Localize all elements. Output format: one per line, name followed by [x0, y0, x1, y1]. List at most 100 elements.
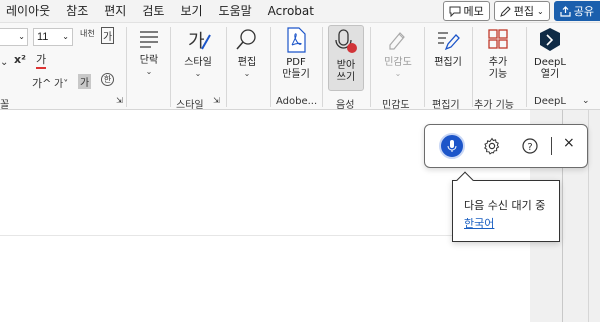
deepl-label-2: 열기 — [540, 69, 560, 80]
chevron-down-icon: ⌄ — [62, 32, 69, 41]
addins-label-2: 기능 — [488, 69, 508, 80]
deepl-label-1: DeepL — [534, 57, 566, 68]
shrink-font-icon[interactable]: 가˅ — [54, 75, 68, 90]
deepl-open-button[interactable]: DeepL 열기 — [530, 27, 570, 81]
menu-layout[interactable]: 레이아웃 — [0, 0, 58, 22]
pencil-icon — [500, 5, 511, 17]
gear-icon — [484, 137, 500, 155]
group-separator — [126, 27, 127, 107]
dialog-launcher-icon[interactable]: ⇲ — [116, 96, 123, 105]
ribbon: ⌄ 11 ⌄ 내천 가 ⌄ x² 가 가^ 가˅ 가 한 꼴 ⇲ 단락 ⌄ 가 … — [0, 22, 600, 111]
group-separator — [270, 27, 271, 107]
font-size-select[interactable]: 11 ⌄ — [33, 28, 73, 46]
dialog-launcher-icon[interactable]: ⇲ — [213, 96, 220, 105]
edit-mode-button[interactable]: 편집 ⌄ — [493, 1, 550, 21]
chevron-down-icon: ⌄ — [537, 6, 544, 16]
toolbar-divider — [551, 137, 552, 155]
chevron-down-icon: ⌄ — [194, 69, 202, 78]
paragraph-button[interactable]: 단락 ⌄ — [132, 27, 166, 77]
sensitivity-group-label: 민감도 — [382, 100, 410, 111]
chevron-down-icon: ⌄ — [394, 69, 402, 78]
sensitivity-button[interactable]: 민감도 ⌄ — [378, 27, 418, 79]
share-icon — [560, 5, 571, 17]
page-break-line — [0, 235, 530, 236]
svg-text:?: ? — [527, 142, 532, 153]
char-border-icon[interactable]: 가 — [101, 27, 115, 44]
adobe-group-label: Adobe... — [276, 96, 318, 107]
pdf-label-2: 만들기 — [282, 69, 310, 80]
sensitivity-icon — [389, 32, 405, 50]
microphone-icon — [447, 140, 457, 152]
menu-view[interactable]: 보기 — [172, 0, 210, 22]
language-link[interactable]: 한국어 — [464, 215, 494, 231]
font-name-select[interactable]: ⌄ — [0, 28, 28, 46]
chevron-down-icon[interactable]: ⌄ — [582, 96, 590, 106]
close-icon[interactable]: × — [563, 135, 575, 151]
chevron-down-icon: ⌄ — [145, 67, 153, 76]
addins-icon — [488, 29, 508, 49]
share-button[interactable]: 공유 — [553, 1, 600, 21]
editing-label: 편집 — [237, 57, 257, 68]
styles-group-label: 스타일 — [176, 100, 204, 111]
chevron-down-icon: ⌄ — [243, 69, 251, 78]
superscript-icon[interactable]: x² — [14, 53, 26, 66]
help-button[interactable]: ? — [521, 137, 539, 158]
menu-mailings[interactable]: 편지 — [96, 0, 134, 22]
char-shading-icon[interactable]: 가 — [78, 74, 92, 89]
editor-label: 편집기 — [434, 57, 462, 68]
dictate-button[interactable]: 받아 쓰기 — [328, 25, 364, 91]
deepl-group-label: DeepL — [534, 96, 566, 107]
menu-help[interactable]: 도움말 — [211, 0, 260, 22]
memo-button[interactable]: 메모 — [442, 1, 490, 21]
editor-button[interactable]: 편집기 — [428, 27, 468, 69]
top-right-buttons: 메모 편집 ⌄ 공유 — [442, 1, 600, 21]
dictate-label-2: 쓰기 — [336, 72, 356, 83]
group-separator — [424, 27, 425, 107]
microphone-button[interactable] — [439, 133, 465, 159]
memo-label: 메모 — [463, 5, 484, 18]
group-separator — [226, 27, 227, 107]
font-size-value: 11 — [37, 31, 49, 43]
microphone-record-icon — [335, 29, 357, 53]
create-pdf-button[interactable]: PDF 만들기 — [276, 27, 316, 81]
listening-tooltip: 다음 수신 대기 중 한국어 — [452, 171, 560, 242]
phonetic-guide-icon[interactable]: 내천 — [80, 28, 95, 39]
chevron-down-icon: ⌄ — [18, 32, 25, 41]
voice-group-label: 음성 — [336, 100, 355, 111]
addins-group-label: 추가 기능 — [474, 100, 514, 111]
chevron-down-icon[interactable]: ⌄ — [0, 57, 8, 68]
listening-status-text: 다음 수신 대기 중 — [464, 199, 546, 212]
group-separator — [370, 27, 371, 107]
edit-mode-label: 편집 — [513, 5, 535, 18]
deepl-logo-icon — [540, 28, 560, 51]
paragraph-label: 단락 — [139, 55, 159, 66]
comment-icon — [449, 6, 461, 17]
editor-icon — [438, 32, 460, 51]
text-highlight-icon[interactable]: 가 — [36, 51, 47, 69]
group-separator — [526, 27, 527, 107]
pdf-icon — [287, 27, 306, 53]
menu-review[interactable]: 검토 — [134, 0, 172, 22]
paragraph-icon — [140, 31, 158, 48]
group-separator — [322, 27, 323, 107]
addins-label-1: 추가 — [488, 57, 508, 68]
styles-button[interactable]: 가 스타일 ⌄ — [178, 27, 218, 79]
enclosed-char-icon[interactable]: 한 — [101, 73, 114, 86]
group-separator — [170, 27, 171, 107]
grow-font-icon[interactable]: 가^ — [32, 75, 51, 91]
menu-acrobat[interactable]: Acrobat — [260, 0, 322, 22]
vertical-scrollbar[interactable] — [588, 110, 600, 322]
pdf-label-1: PDF — [286, 57, 306, 68]
addins-button[interactable]: 추가 기능 — [478, 27, 518, 81]
editing-button[interactable]: 편집 ⌄ — [230, 27, 264, 79]
dictate-label-1: 받아 — [336, 60, 356, 71]
sensitivity-label: 민감도 — [384, 57, 412, 68]
search-icon — [236, 29, 256, 50]
styles-icon: 가 — [188, 31, 211, 52]
help-icon: ? — [522, 138, 538, 154]
settings-button[interactable] — [483, 137, 501, 158]
styles-label: 스타일 — [184, 57, 212, 68]
group-separator — [472, 27, 473, 107]
dictation-toolbar: ? × — [424, 124, 588, 168]
menu-references[interactable]: 참조 — [58, 0, 96, 22]
